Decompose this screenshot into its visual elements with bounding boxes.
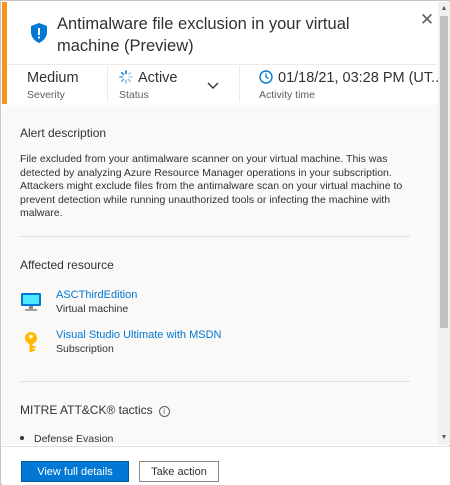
scrollbar-thumb[interactable] [440,16,448,328]
vertical-scrollbar[interactable]: ▲ ▼ [438,2,450,445]
virtual-machine-icon [21,293,41,311]
tactic-label: Defense Evasion [34,433,114,445]
key-icon [25,332,37,352]
alert-content: Alert description File excluded from you… [2,105,438,445]
activity-time-label: Activity time [259,89,316,101]
description-paragraph: File excluded from your antimalware scan… [20,153,392,179]
bullet-icon [20,436,24,440]
info-separator [107,66,108,102]
section-divider [20,236,410,237]
activity-time-value: 01/18/21, 03:28 PM (UT... [278,70,444,86]
alert-description-text: File excluded from your antimalware scan… [20,153,415,221]
info-icon[interactable]: i [158,406,170,417]
chevron-down-icon[interactable] [205,77,221,93]
resource-link[interactable]: ASCThirdEdition [56,289,137,301]
affected-resource-heading: Affected resource [20,258,114,272]
clock-icon [259,70,273,84]
view-full-details-button[interactable]: View full details [21,461,129,482]
status-spinner-icon [119,70,133,84]
info-separator [239,66,240,102]
severity-field: Medium Severity [27,69,79,102]
alert-details-panel: Antimalware file exclusion in your virtu… [0,0,450,485]
alert-title: Antimalware file exclusion in your virtu… [57,15,350,55]
alert-description-heading: Alert description [20,126,107,140]
action-footer: View full details Take action [2,446,450,485]
scroll-down-arrow-icon[interactable]: ▼ [438,433,450,443]
mitre-tactics-label: MITRE ATT&CK® tactics [20,403,153,417]
activity-time-field: 01/18/21, 03:28 PM (UT... Activity time [259,69,443,102]
take-action-button[interactable]: Take action [139,461,219,482]
section-divider [20,381,410,382]
close-icon[interactable]: ✕ [417,10,437,30]
severity-value: Medium [27,70,79,86]
status-value: Active [138,70,178,86]
header-divider [7,64,437,65]
resource-type: Subscription [56,343,114,355]
resource-link[interactable]: Visual Studio Ultimate with MSDN [56,329,221,341]
scroll-up-arrow-icon[interactable]: ▲ [438,4,450,14]
tactic-list-item: Defense Evasion [20,433,113,445]
mitre-tactics-heading: MITRE ATT&CK® tactics i [20,403,170,417]
status-label: Status [119,89,149,101]
severity-label: Severity [27,89,65,101]
description-paragraph: Attackers might exclude files from the a… [20,180,403,219]
shield-icon [31,23,47,43]
status-field: Active Status [119,69,178,102]
resource-type: Virtual machine [56,303,129,315]
